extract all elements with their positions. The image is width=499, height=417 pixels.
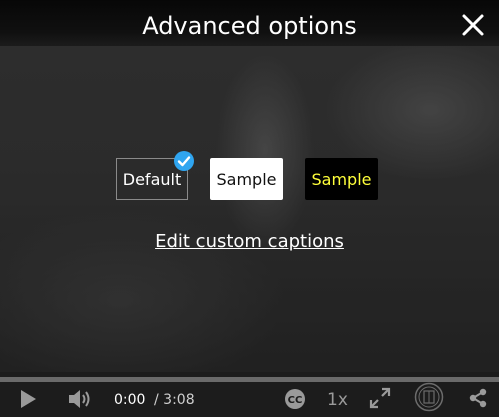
volume-icon — [69, 390, 90, 408]
caption-style-label: Default — [122, 169, 182, 189]
caption-style-label: Sample — [216, 169, 277, 189]
check-icon — [173, 150, 195, 172]
play-button[interactable] — [18, 388, 38, 415]
caption-style-label: Sample — [311, 169, 372, 189]
play-icon — [21, 390, 36, 408]
dialog-title: Advanced options — [142, 12, 357, 40]
share-button[interactable] — [467, 387, 489, 414]
edit-custom-captions-link[interactable]: Edit custom captions — [0, 231, 499, 252]
logo-seal-icon — [414, 382, 444, 412]
closed-captions-button[interactable]: CC — [284, 388, 306, 415]
playback-speed-button[interactable]: 1x — [327, 390, 348, 410]
close-button[interactable] — [457, 9, 489, 41]
closed-captions-icon: CC — [285, 389, 305, 409]
current-time: 0:00 — [114, 392, 146, 408]
caption-style-white-button[interactable]: Sample — [210, 158, 283, 200]
svg-text:CC: CC — [288, 395, 303, 406]
fullscreen-button[interactable] — [369, 387, 391, 414]
fullscreen-icon — [369, 387, 391, 409]
close-icon — [462, 14, 484, 36]
share-icon — [469, 388, 487, 408]
logo-seal[interactable] — [414, 382, 444, 417]
volume-button[interactable] — [67, 387, 93, 416]
total-time: / 3:08 — [154, 392, 195, 408]
caption-style-yellow-button[interactable]: Sample — [305, 158, 378, 200]
